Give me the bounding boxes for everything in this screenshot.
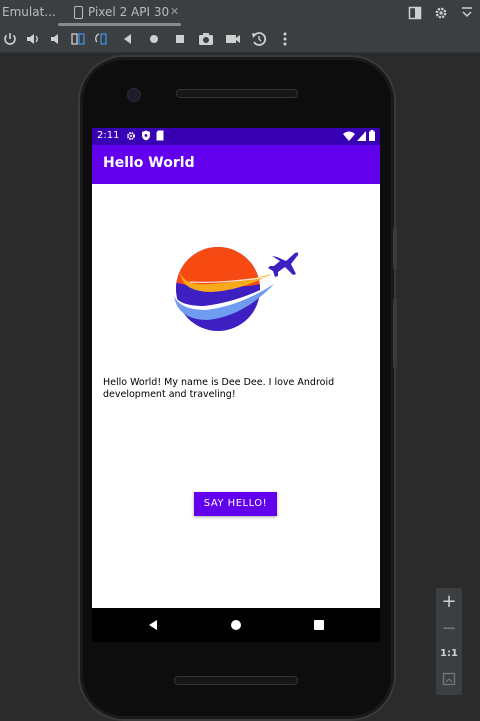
say-hello-button[interactable]: SAY HELLO! <box>194 492 277 516</box>
tab-pixel-2-api-30[interactable]: Pixel 2 API 30 <box>58 0 182 26</box>
app-bar: Hello World <box>92 145 380 184</box>
ide-tab-bar: Emulat... Pixel 2 API 30 ✕ <box>0 0 480 26</box>
zoom-fit-screen-icon[interactable] <box>436 672 462 686</box>
power-icon[interactable] <box>1 30 19 48</box>
signal-icon <box>357 131 366 141</box>
top-speaker <box>176 89 298 98</box>
tab-close-icon[interactable]: ✕ <box>170 5 179 18</box>
volume-down-icon[interactable] <box>47 30 65 48</box>
sd-card-icon <box>156 130 164 141</box>
tab-emulator[interactable]: Emulat... <box>2 0 56 26</box>
volume-up-icon[interactable] <box>24 30 42 48</box>
screen-record-icon[interactable] <box>224 30 242 48</box>
app-content: Hello World! My name is Dee Dee. I love … <box>92 184 380 608</box>
tab-emulator-label: Emulat... <box>2 5 56 19</box>
rotate-right-icon[interactable] <box>93 30 111 48</box>
device-power-button[interactable] <box>393 228 397 270</box>
nav-home-icon[interactable] <box>227 616 245 634</box>
tab-pixel-label: Pixel 2 API 30 <box>88 5 170 19</box>
minimize-panel-icon[interactable] <box>460 5 474 19</box>
zoom-in-button[interactable]: + <box>436 591 462 612</box>
intro-text: Hello World! My name is Dee Dee. I love … <box>103 377 335 400</box>
device-screen: 2:11 Hello World Hello World! My name is… <box>92 128 380 642</box>
status-time: 2:11 <box>97 130 120 141</box>
snapshot-icon[interactable] <box>250 30 268 48</box>
restore-window-icon[interactable] <box>408 5 422 20</box>
home-icon[interactable] <box>145 30 163 48</box>
screenshot-icon[interactable] <box>197 30 215 48</box>
gear-icon[interactable] <box>434 5 448 19</box>
navigation-bar <box>92 608 380 642</box>
status-bar: 2:11 <box>92 128 380 145</box>
zoom-actual-size-button[interactable]: 1:1 <box>436 648 462 659</box>
shield-icon <box>142 130 150 141</box>
more-icon[interactable] <box>276 30 294 48</box>
phone-icon <box>74 6 83 19</box>
overview-icon[interactable] <box>171 30 189 48</box>
back-icon[interactable] <box>119 30 137 48</box>
nav-back-icon[interactable] <box>144 616 162 634</box>
battery-icon <box>369 130 375 141</box>
device-volume-button[interactable] <box>393 298 397 368</box>
settings-icon <box>127 132 135 140</box>
nav-overview-icon[interactable] <box>310 616 328 634</box>
zoom-out-button[interactable]: − <box>436 618 462 639</box>
app-title: Hello World <box>103 155 195 171</box>
zoom-controls: + − 1:1 <box>436 588 462 695</box>
emulator-toolbar <box>0 26 480 53</box>
front-camera <box>127 88 141 102</box>
travel-globe-logo <box>173 247 299 331</box>
bottom-speaker <box>174 676 298 685</box>
rotate-left-icon[interactable] <box>69 30 87 48</box>
wifi-icon <box>343 131 355 141</box>
